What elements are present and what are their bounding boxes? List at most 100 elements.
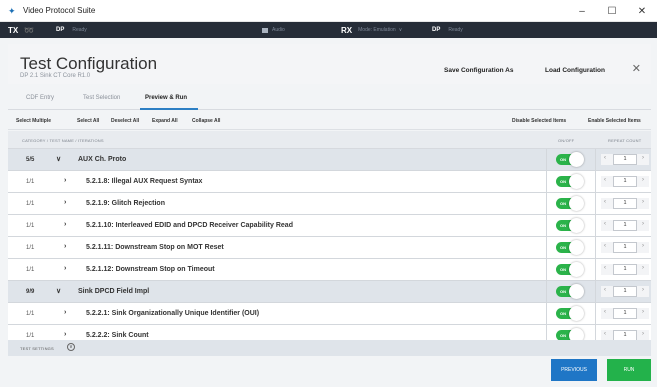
expand-all-button[interactable]: Expand All bbox=[152, 118, 178, 124]
iteration-count: 1/1 bbox=[26, 223, 35, 229]
test-row[interactable]: 1/1 › 5.2.1.8: Illegal AUX Request Synta… bbox=[8, 171, 651, 193]
increment-button[interactable]: › bbox=[642, 265, 644, 271]
chevron-right-icon[interactable]: › bbox=[64, 309, 66, 316]
test-label: 5.2.1.12: Downstream Stop on Timeout bbox=[86, 266, 215, 273]
iteration-count: 1/1 bbox=[26, 333, 35, 339]
rx-section[interactable]: RX Mode: Emulation ∨ bbox=[341, 22, 402, 38]
increment-button[interactable]: › bbox=[642, 309, 644, 315]
rx-mode-select[interactable]: Mode: Emulation bbox=[358, 27, 396, 33]
decrement-button[interactable]: ‹ bbox=[604, 287, 606, 293]
onoff-toggle[interactable]: ON bbox=[556, 152, 584, 167]
page-title: Test Configuration bbox=[20, 54, 158, 73]
disable-selected-button[interactable]: Disable Selected Items bbox=[512, 118, 566, 124]
repeat-count-input[interactable]: 1 bbox=[613, 220, 637, 231]
select-multiple-button[interactable]: Select Multiple bbox=[16, 118, 51, 124]
repeat-cell: ‹ 1 › bbox=[595, 259, 651, 280]
select-all-button[interactable]: Select All bbox=[77, 118, 99, 124]
category-row-sink-dpcd[interactable]: 9/9 ∨ Sink DPCD Field Impl ON ‹ 1 › bbox=[8, 281, 651, 303]
test-row[interactable]: 1/1 › 5.2.1.10: Interleaved EDID and DPC… bbox=[8, 215, 651, 237]
increment-button[interactable]: › bbox=[642, 243, 644, 249]
chevron-down-icon[interactable]: ∨ bbox=[56, 287, 61, 295]
repeat-count-input[interactable]: 1 bbox=[613, 308, 637, 319]
tab-test-selection[interactable]: Test Selection bbox=[83, 95, 120, 101]
expand-circle-icon[interactable]: ∨ bbox=[67, 343, 75, 351]
iteration-count: 1/1 bbox=[26, 267, 35, 273]
tx-dp-section[interactable]: DP Ready bbox=[56, 22, 87, 38]
repeat-cell: ‹ 1 › bbox=[595, 149, 651, 170]
deselect-all-button[interactable]: Deselect All bbox=[111, 118, 139, 124]
window-title: Video Protocol Suite bbox=[23, 6, 96, 15]
onoff-toggle[interactable]: ON bbox=[556, 262, 584, 277]
chevron-right-icon[interactable]: › bbox=[64, 177, 66, 184]
test-settings-bar[interactable]: TEST SETTINGS ∨ bbox=[8, 340, 651, 356]
chevron-right-icon[interactable]: › bbox=[64, 199, 66, 206]
repeat-count-input[interactable]: 1 bbox=[613, 264, 637, 275]
chevron-right-icon[interactable]: › bbox=[64, 221, 66, 228]
repeat-cell: ‹ 1 › bbox=[595, 215, 651, 236]
close-icon[interactable]: ✕ bbox=[632, 62, 641, 75]
tab-preview-run[interactable]: Preview & Run bbox=[145, 95, 187, 101]
onoff-cell: ON bbox=[546, 215, 594, 236]
test-label: 5.2.1.11: Downstream Stop on MOT Reset bbox=[86, 244, 224, 251]
tx-section[interactable]: TX ➿ bbox=[8, 22, 34, 38]
run-button[interactable]: RUN bbox=[607, 359, 651, 381]
repeat-count-input[interactable]: 1 bbox=[613, 198, 637, 209]
action-bar: Select Multiple Select All Deselect All … bbox=[8, 112, 651, 130]
chevron-right-icon[interactable]: › bbox=[64, 331, 66, 338]
decrement-button[interactable]: ‹ bbox=[604, 265, 606, 271]
repeat-cell: ‹ 1 › bbox=[595, 237, 651, 258]
table-header: CATEGORY / TEST NAME / ITERATIONS ON/OFF… bbox=[8, 131, 651, 149]
decrement-button[interactable]: ‹ bbox=[604, 199, 606, 205]
increment-button[interactable]: › bbox=[642, 177, 644, 183]
repeat-count-input[interactable]: 1 bbox=[613, 176, 637, 187]
enable-selected-button[interactable]: Enable Selected Items bbox=[588, 118, 641, 124]
maximize-button[interactable]: ☐ bbox=[597, 0, 627, 22]
decrement-button[interactable]: ‹ bbox=[604, 221, 606, 227]
chevron-down-icon[interactable]: ∨ bbox=[56, 155, 61, 163]
rx-dp-section[interactable]: DP Ready bbox=[432, 22, 463, 38]
decrement-button[interactable]: ‹ bbox=[604, 155, 606, 161]
audio-section[interactable]: Audio bbox=[262, 22, 285, 38]
repeat-count-input[interactable]: 1 bbox=[613, 286, 637, 297]
tab-cdf-entry[interactable]: CDF Entry bbox=[26, 95, 54, 101]
decrement-button[interactable]: ‹ bbox=[604, 331, 606, 337]
chevron-right-icon[interactable]: › bbox=[64, 265, 66, 272]
onoff-toggle[interactable]: ON bbox=[556, 284, 584, 299]
chevron-right-icon[interactable]: › bbox=[64, 243, 66, 250]
active-tab-indicator bbox=[140, 108, 198, 110]
onoff-toggle[interactable]: ON bbox=[556, 306, 584, 321]
increment-button[interactable]: › bbox=[642, 199, 644, 205]
decrement-button[interactable]: ‹ bbox=[604, 309, 606, 315]
repeat-count-input[interactable]: 1 bbox=[613, 242, 637, 253]
test-row[interactable]: 1/1 › 5.2.2.1: Sink Organizationally Uni… bbox=[8, 303, 651, 325]
onoff-toggle[interactable]: ON bbox=[556, 196, 584, 211]
onoff-cell: ON bbox=[546, 259, 594, 280]
category-row-aux[interactable]: 5/5 ∨ AUX Ch. Proto ON ‹ 1 › bbox=[8, 149, 651, 171]
increment-button[interactable]: › bbox=[642, 155, 644, 161]
previous-button[interactable]: PREVIOUS bbox=[551, 359, 597, 381]
category-label: Sink DPCD Field Impl bbox=[78, 288, 150, 295]
collapse-all-button[interactable]: Collapse All bbox=[192, 118, 220, 124]
status-toolbar: TX ➿ DP Ready Audio RX Mode: Emulation ∨… bbox=[0, 22, 657, 38]
window-controls: – ☐ ✕ bbox=[567, 0, 657, 22]
test-row[interactable]: 1/1 › 5.2.1.11: Downstream Stop on MOT R… bbox=[8, 237, 651, 259]
save-configuration-button[interactable]: Save Configuration As bbox=[444, 67, 513, 74]
load-configuration-button[interactable]: Load Configuration bbox=[545, 67, 605, 74]
repeat-cell: ‹ 1 › bbox=[595, 303, 651, 324]
increment-button[interactable]: › bbox=[642, 287, 644, 293]
decrement-button[interactable]: ‹ bbox=[604, 243, 606, 249]
close-window-button[interactable]: ✕ bbox=[627, 0, 657, 22]
repeat-count-input[interactable]: 1 bbox=[613, 154, 637, 165]
test-row[interactable]: 1/1 › 5.2.1.9: Glitch Rejection ON ‹ 1 › bbox=[8, 193, 651, 215]
onoff-toggle[interactable]: ON bbox=[556, 240, 584, 255]
onoff-toggle[interactable]: ON bbox=[556, 218, 584, 233]
increment-button[interactable]: › bbox=[642, 331, 644, 337]
column-onoff-header: ON/OFF bbox=[558, 138, 575, 143]
onoff-toggle[interactable]: ON bbox=[556, 174, 584, 189]
test-row[interactable]: 1/1 › 5.2.1.12: Downstream Stop on Timeo… bbox=[8, 259, 651, 281]
minimize-button[interactable]: – bbox=[567, 0, 597, 22]
tx-dp-label: DP bbox=[56, 27, 65, 33]
increment-button[interactable]: › bbox=[642, 221, 644, 227]
onoff-cell: ON bbox=[546, 171, 594, 192]
decrement-button[interactable]: ‹ bbox=[604, 177, 606, 183]
